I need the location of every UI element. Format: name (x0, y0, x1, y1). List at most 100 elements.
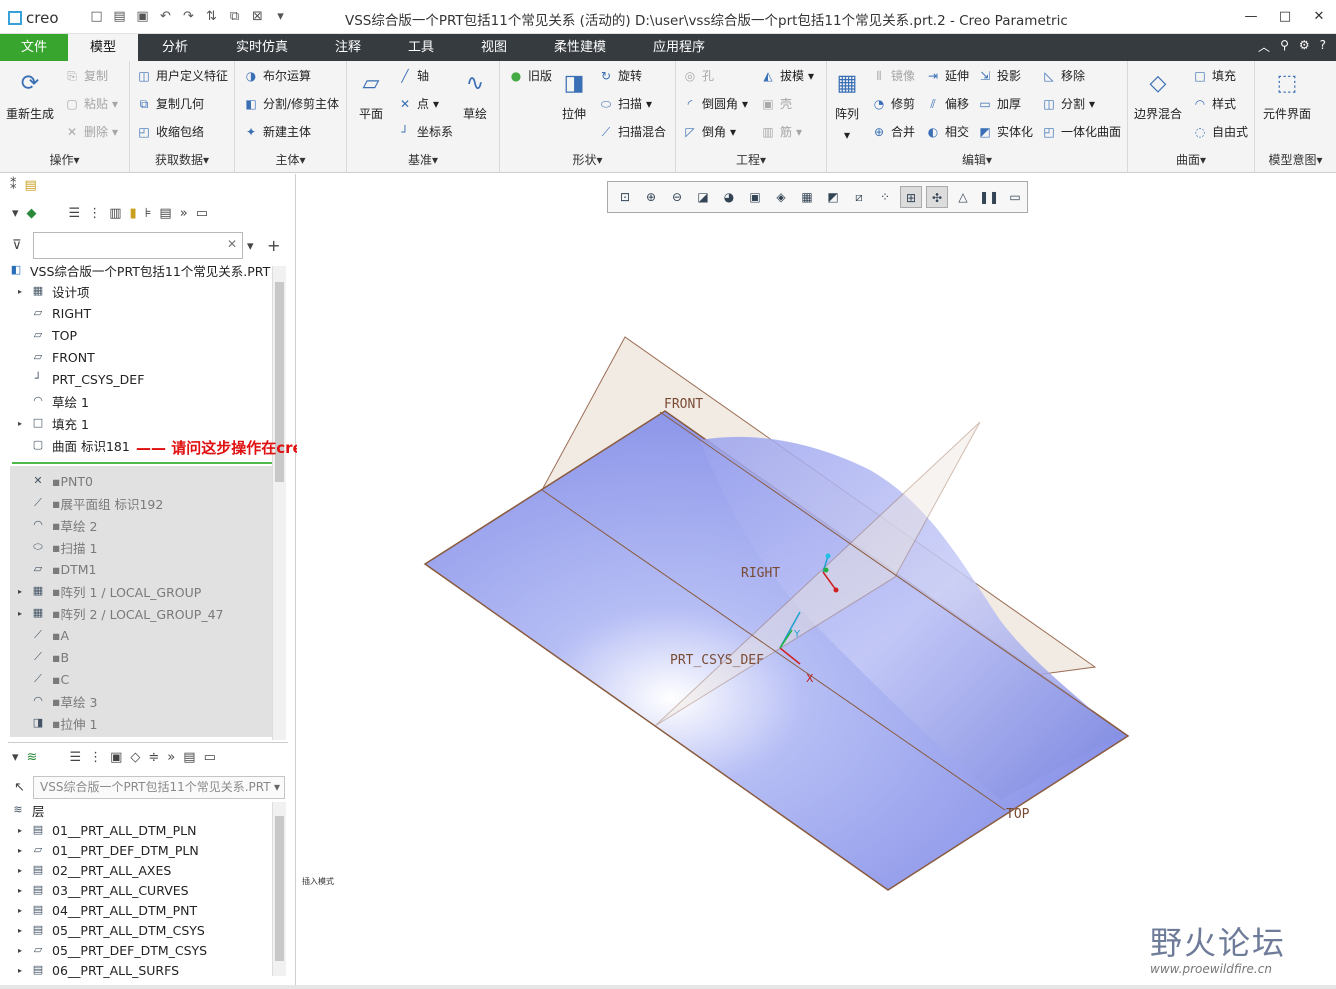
spin-center-icon[interactable]: ✣ (926, 186, 948, 208)
tab-live-simulation[interactable]: 实时仿真 (222, 34, 302, 61)
tab-flexible-modeling[interactable]: 柔性建模 (540, 34, 620, 61)
tree-item[interactable]: ▱ TOP (14, 324, 77, 346)
open-file-icon[interactable]: ▤ (111, 8, 128, 25)
layer-show-icon[interactable]: ▣ (110, 750, 122, 765)
hole-button[interactable]: ◎ 孔 (682, 67, 714, 84)
model-tree-tab-icon[interactable]: ⁑ (10, 178, 17, 193)
expand-icon[interactable]: ▸ (14, 966, 26, 975)
tree-item[interactable]: ▸ □ 填充 1 (14, 412, 89, 434)
unify-surface-button[interactable]: ◰ 一体化曲面 (1041, 123, 1121, 140)
scrollbar-thumb[interactable] (275, 816, 284, 961)
graphics-viewport[interactable]: FRONT RIGHT TOP PRT_CSYS_DEF X Y (297, 174, 1336, 986)
minimize-icon[interactable]: — (1234, 0, 1268, 34)
expand-icon[interactable]: ▸ (14, 906, 26, 915)
refit-icon[interactable]: ⊡ (614, 186, 636, 208)
expand-icon[interactable]: ▸ (14, 287, 26, 296)
component-interface-button[interactable]: ⬚ 元件界面 (1263, 67, 1311, 122)
expand-icon[interactable]: ▸ (14, 926, 26, 935)
freestyle-button[interactable]: ◌ 自由式 (1192, 123, 1248, 140)
annotation-display-icon[interactable]: △ (952, 186, 974, 208)
help-icon[interactable]: ? (1320, 38, 1326, 55)
project-button[interactable]: ⇲ 投影 (977, 67, 1021, 84)
group-label-shape[interactable]: 形状▾ (500, 151, 675, 168)
group-label-get-data[interactable]: 获取数据▾ (130, 151, 234, 168)
intersect-button[interactable]: ◐ 相交 (925, 123, 969, 140)
front-plane-label[interactable]: FRONT (664, 397, 703, 412)
legacy-button[interactable]: ● 旧版 (508, 67, 552, 84)
regenerate-icon[interactable]: ⇅ (203, 8, 220, 25)
group-label-editing[interactable]: 编辑▾ (827, 151, 1127, 168)
csys-label[interactable]: PRT_CSYS_DEF (670, 653, 764, 668)
more-chevron-icon[interactable]: » (180, 206, 188, 221)
regenerate-button[interactable]: ⟳ 重新生成 (6, 67, 54, 122)
mirror-button[interactable]: ⫴ 镜像 (871, 67, 915, 84)
copy-geometry-button[interactable]: ⧉ 复制几何 (136, 95, 204, 112)
boundary-blend-button[interactable]: ◇ 边界混合 (1134, 67, 1182, 122)
tree-item-suppressed[interactable]: ▱ ▪ DTM1 (14, 558, 97, 580)
saved-orientations-icon[interactable]: ▣ (744, 186, 766, 208)
pattern-button[interactable]: ▦ 阵列 ▾ (831, 67, 863, 143)
tree-filter-layout-icon[interactable]: ▥ (109, 206, 121, 221)
tree-filters-icon[interactable]: ⊧ (145, 206, 152, 221)
chamfer-button[interactable]: ◸ 倒角 ▾ (682, 123, 736, 140)
perspective-icon[interactable]: ▦ (796, 186, 818, 208)
tree-item-suppressed[interactable]: ▸ ▦ ▪ 阵列 2 / LOCAL_GROUP_47 (14, 602, 224, 624)
layer-columns-icon[interactable]: ⋮ (89, 750, 102, 765)
filter-funnel-icon[interactable]: ⊽ (12, 238, 22, 253)
view-manager-icon[interactable]: ◈ (770, 186, 792, 208)
animation-icon[interactable]: ▭ (1004, 186, 1026, 208)
tab-view[interactable]: 视图 (465, 34, 523, 61)
repaint-icon[interactable]: ◪ (692, 186, 714, 208)
model-tree-root[interactable]: ◧ VSS综合版一个PRT包括11个常见关系.PRT (8, 259, 270, 281)
fill-button[interactable]: □ 填充 (1192, 67, 1236, 84)
expand-icon[interactable]: ▸ (14, 419, 26, 428)
extrude-button[interactable]: ◨ 拉伸 (558, 67, 590, 122)
tab-model[interactable]: 模型 (68, 34, 138, 61)
copy-button[interactable]: ⎘ 复制 (64, 67, 108, 84)
tree-item-suppressed[interactable]: ⟋ ▪ B (14, 646, 69, 668)
rib-button[interactable]: ▥ 筋 ▾ (760, 123, 802, 140)
tab-applications[interactable]: 应用程序 (640, 34, 718, 61)
layer-item[interactable]: ▸ ▤ 02__PRT_ALL_AXES (14, 859, 171, 881)
expand-icon[interactable]: ▸ (14, 609, 26, 618)
group-label-datum[interactable]: 基准▾ (347, 151, 499, 168)
layer-item[interactable]: ▸ ▤ 05__PRT_ALL_DTM_CSYS (14, 919, 205, 941)
layer-settings-icon[interactable]: ☰ (69, 750, 81, 765)
tree-item[interactable]: ▱ FRONT (14, 346, 95, 368)
csys-display-icon[interactable]: ⊞ (900, 186, 922, 208)
search-dropdown-icon[interactable]: ▾ (247, 239, 254, 254)
draft-button[interactable]: ◭ 拔模 ▾ (760, 67, 814, 84)
model-tree-search-input[interactable]: ✕ (33, 232, 243, 259)
tree-item-suppressed[interactable]: ◨ ▪ 拉伸 1 (14, 712, 98, 734)
layer-item[interactable]: ▸ ▱ 01__PRT_DEF_DTM_PLN (14, 839, 199, 861)
settings-icon[interactable]: ⚙ (1299, 38, 1310, 55)
tab-tools[interactable]: 工具 (392, 34, 450, 61)
tree-item-suppressed[interactable]: ⬭ ▪ 扫描 1 (14, 536, 97, 558)
zoom-in-icon[interactable]: ⊕ (640, 186, 662, 208)
tree-item[interactable]: ▸ ▦ 设计项 (14, 280, 90, 302)
merge-button[interactable]: ⊕ 合并 (871, 123, 915, 140)
pause-icon[interactable]: ❚❚ (978, 186, 1000, 208)
udf-button[interactable]: ◫ 用户定义特征 (136, 67, 228, 84)
top-plane-label[interactable]: TOP (1006, 807, 1030, 822)
select-pointer-icon[interactable]: ↖ (14, 780, 25, 795)
style-button[interactable]: ◠ 样式 (1192, 95, 1236, 112)
right-plane-label[interactable]: RIGHT (741, 566, 780, 581)
tree-item-suppressed[interactable]: ▸ ▦ ▪ 阵列 1 / LOCAL_GROUP (14, 580, 201, 602)
windows-icon[interactable]: ⧉ (226, 8, 243, 25)
layer-export-icon[interactable]: ▭ (204, 750, 216, 765)
tree-display-dropdown-icon[interactable]: ▾ (12, 206, 19, 221)
datum-display-icon[interactable]: ⧄ (848, 186, 870, 208)
tree-columns-icon[interactable]: ⋮ (88, 206, 101, 221)
layer-isolate-icon[interactable]: ≑ (148, 750, 159, 765)
clear-search-icon[interactable]: ✕ (227, 237, 237, 251)
trim-button[interactable]: ◔ 修剪 (871, 95, 915, 112)
split-button[interactable]: ◫ 分割 ▾ (1041, 95, 1095, 112)
layer-model-select[interactable]: VSS综合版一个PRT包括11个常见关系.PRT ▾ (33, 776, 285, 799)
redo-icon[interactable]: ↷ (180, 8, 197, 25)
insert-here-marker[interactable] (12, 462, 272, 464)
layer-item[interactable]: ▸ ▱ 05__PRT_DEF_DTM_CSYS (14, 939, 207, 961)
expand-icon[interactable]: ▸ (14, 846, 26, 855)
layer-tree-scrollbar[interactable] (272, 802, 286, 976)
tree-item-suppressed[interactable]: ⟋ ▪ C (14, 668, 69, 690)
